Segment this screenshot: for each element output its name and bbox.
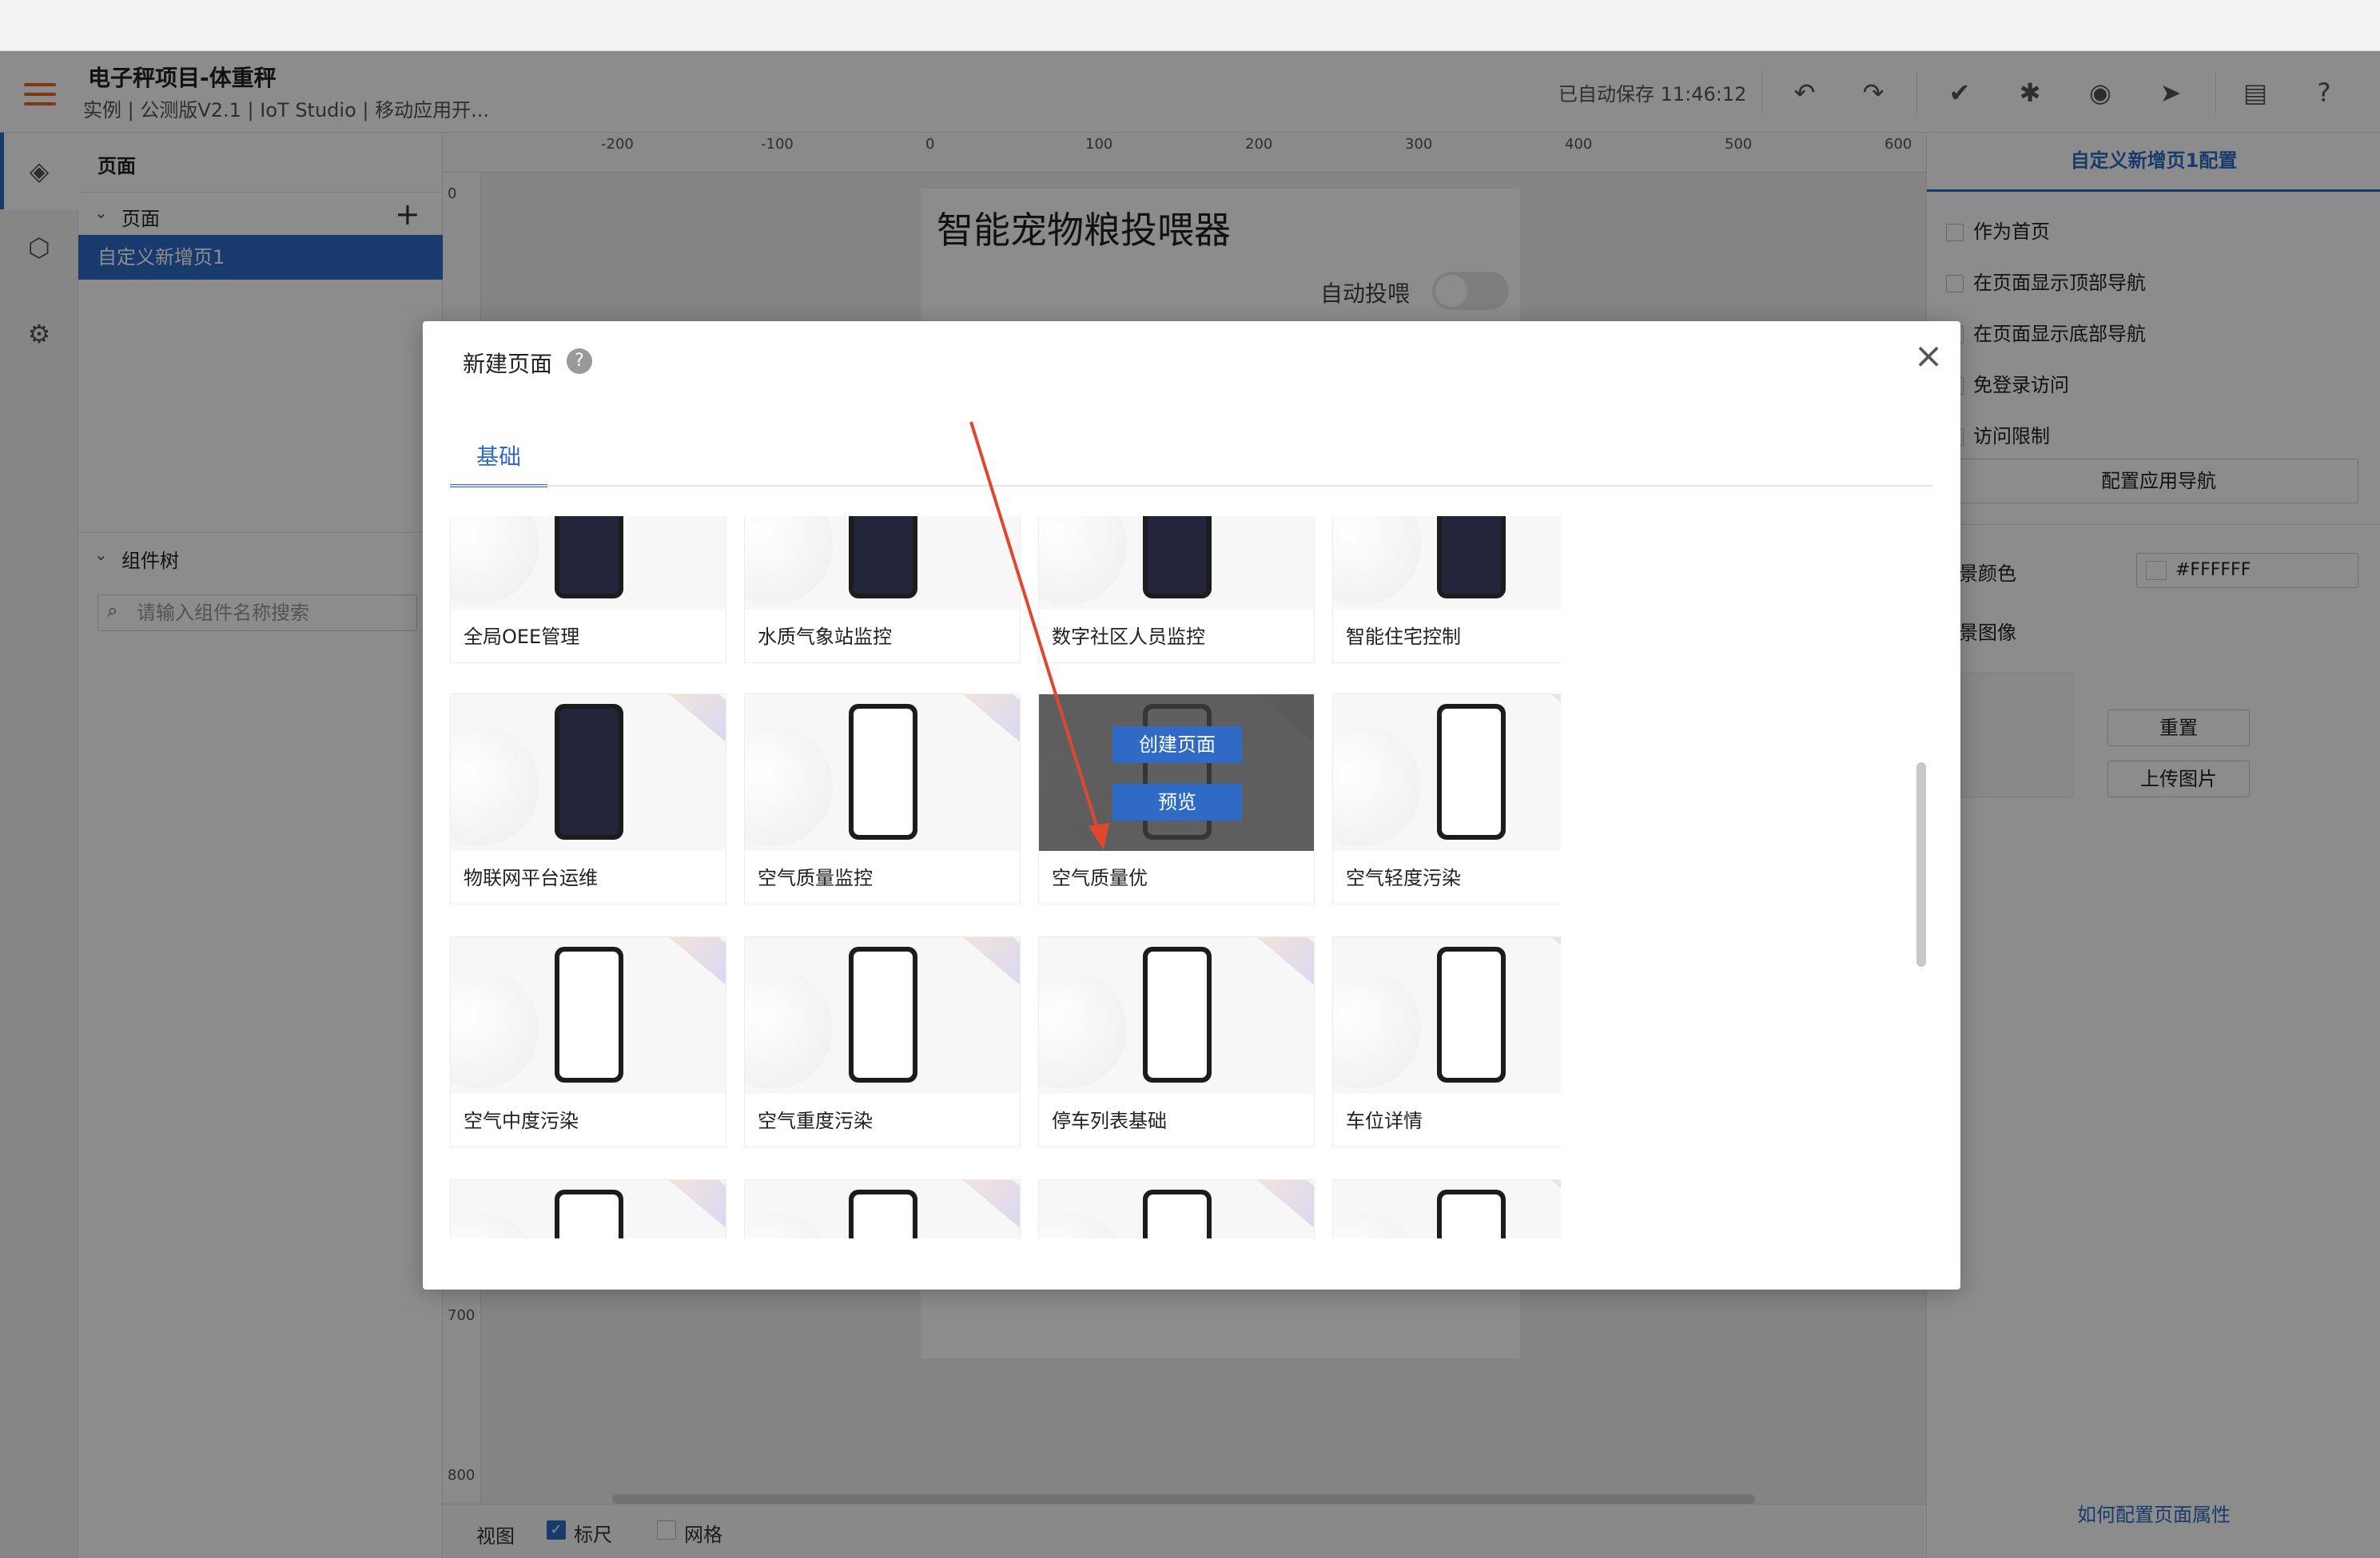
browser-top-bar bbox=[0, 0, 2380, 51]
template-card-label: 空气中度污染 bbox=[464, 1110, 579, 1132]
template-card[interactable] bbox=[1332, 1179, 1561, 1238]
template-card[interactable]: 停车列表基础 bbox=[1038, 936, 1315, 1147]
template-card-label: 空气轻度污染 bbox=[1346, 867, 1461, 889]
template-card[interactable]: 智能住宅控制 bbox=[1332, 516, 1561, 663]
template-grid[interactable]: 全局OEE管理 水质气象站监控 数字社区人员监控 智能住宅控制物联网平台运维 空气质量监… bbox=[450, 516, 1561, 1238]
template-card[interactable]: 全局OEE管理 bbox=[450, 516, 726, 663]
template-thumbnail bbox=[451, 937, 726, 1094]
template-card[interactable]: 空气中度污染 bbox=[450, 936, 726, 1147]
phone-mockup-icon bbox=[849, 947, 917, 1083]
template-card[interactable]: 水质气象站监控 bbox=[744, 516, 1021, 663]
phone-mockup-icon bbox=[555, 516, 623, 598]
template-card-label: 水质气象站监控 bbox=[758, 626, 892, 648]
template-thumbnail bbox=[1333, 1180, 1561, 1238]
template-thumbnail bbox=[745, 694, 1020, 851]
phone-mockup-icon bbox=[1437, 516, 1506, 598]
phone-mockup-icon bbox=[849, 516, 917, 598]
template-card-label: 数字社区人员监控 bbox=[1052, 626, 1205, 648]
template-card[interactable] bbox=[1038, 1179, 1315, 1238]
phone-mockup-icon bbox=[555, 947, 623, 1083]
template-card[interactable]: 创建页面预览空气质量优 bbox=[1038, 694, 1315, 904]
template-card[interactable]: 物联网平台运维 bbox=[450, 694, 726, 904]
template-thumbnail bbox=[745, 937, 1020, 1094]
template-thumbnail bbox=[451, 516, 726, 610]
template-card[interactable]: 数字社区人员监控 bbox=[1038, 516, 1315, 663]
phone-mockup-icon bbox=[1437, 947, 1506, 1083]
template-thumbnail bbox=[451, 694, 726, 851]
template-card-label: 停车列表基础 bbox=[1052, 1110, 1167, 1132]
phone-mockup-icon bbox=[849, 704, 917, 840]
close-icon[interactable]: × bbox=[1909, 337, 1948, 376]
template-thumbnail bbox=[745, 1180, 1020, 1238]
template-thumbnail bbox=[1333, 937, 1561, 1094]
phone-mockup-icon bbox=[849, 1190, 917, 1238]
phone-mockup-icon bbox=[1143, 947, 1212, 1083]
tab-divider bbox=[450, 485, 1933, 487]
phone-mockup-icon bbox=[1143, 516, 1212, 598]
template-card[interactable]: 空气质量监控 bbox=[744, 694, 1021, 904]
template-card-label: 空气质量监控 bbox=[758, 867, 873, 889]
phone-mockup-icon bbox=[1437, 704, 1506, 840]
grid-scrollbar-thumb[interactable] bbox=[1916, 762, 1926, 967]
template-card[interactable]: 空气重度污染 bbox=[744, 936, 1021, 1147]
template-thumbnail bbox=[1333, 516, 1561, 610]
card-hover-overlay: 创建页面 预览 bbox=[1039, 694, 1314, 851]
preview-button[interactable]: 预览 bbox=[1112, 784, 1242, 821]
template-card-label: 空气重度污染 bbox=[758, 1110, 873, 1132]
template-card-label: 物联网平台运维 bbox=[464, 867, 598, 889]
template-card-label: 车位详情 bbox=[1346, 1110, 1423, 1132]
template-thumbnail bbox=[1039, 516, 1314, 610]
template-thumbnail bbox=[451, 1180, 726, 1238]
phone-mockup-icon bbox=[555, 1190, 623, 1238]
template-thumbnail bbox=[745, 516, 1020, 610]
template-card[interactable]: 空气轻度污染 bbox=[1332, 694, 1561, 904]
phone-mockup-icon bbox=[1437, 1190, 1506, 1238]
template-thumbnail bbox=[1039, 937, 1314, 1094]
template-card[interactable]: 车位详情 bbox=[1332, 936, 1561, 1147]
create-page-button[interactable]: 创建页面 bbox=[1112, 726, 1242, 763]
template-card-label: 空气质量优 bbox=[1052, 867, 1148, 889]
question-icon[interactable]: ? bbox=[567, 348, 592, 374]
new-page-dialog: 新建页面 ? × 基础 全局OEE管理 水质气象站监控 数字社区人员监控 智能住宅控制… bbox=[423, 321, 1960, 1290]
template-thumbnail bbox=[1039, 1180, 1314, 1238]
template-thumbnail bbox=[1333, 694, 1561, 851]
template-card-label: 全局OEE管理 bbox=[464, 626, 580, 648]
template-card[interactable] bbox=[450, 1179, 726, 1238]
tab-basic[interactable]: 基础 bbox=[450, 439, 547, 487]
phone-mockup-icon bbox=[555, 704, 623, 840]
phone-mockup-icon bbox=[1143, 1190, 1212, 1238]
template-card[interactable] bbox=[744, 1179, 1021, 1238]
template-card-label: 智能住宅控制 bbox=[1346, 626, 1461, 648]
dialog-title: 新建页面 bbox=[463, 351, 553, 377]
